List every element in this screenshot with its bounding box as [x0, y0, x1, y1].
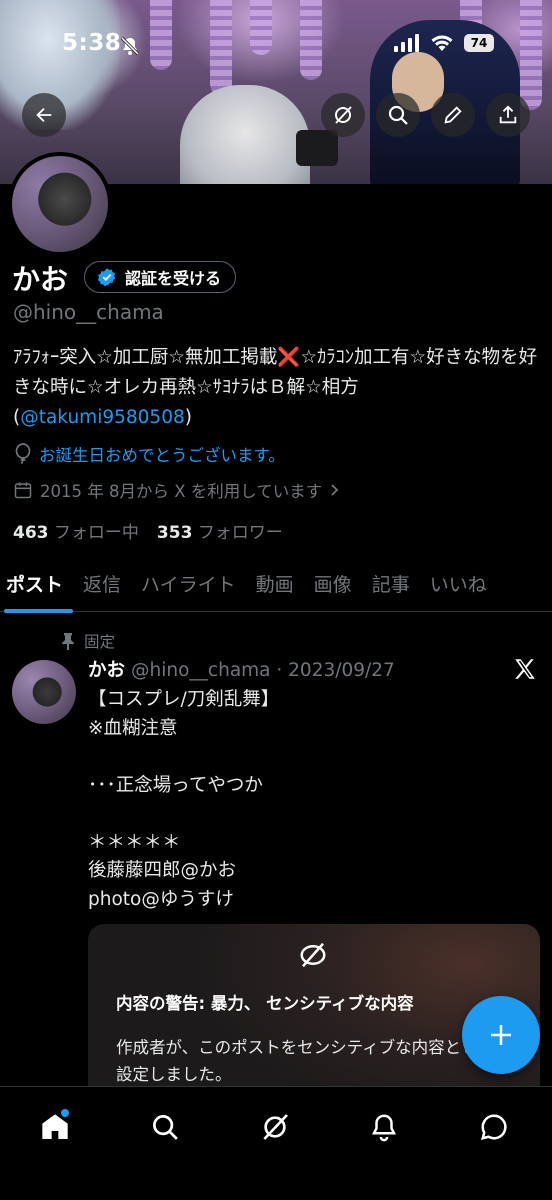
share-icon	[499, 105, 517, 124]
silent-bell-icon	[120, 36, 140, 56]
following-link[interactable]: 463 フォロー中	[13, 518, 139, 543]
get-verified-button[interactable]: 認証を受ける	[84, 261, 237, 293]
post-author-avatar[interactable]	[12, 660, 76, 724]
post-handle-date[interactable]: @hino__chama · 2023/09/27	[131, 660, 395, 681]
share-button[interactable]	[486, 93, 530, 137]
tab-videos[interactable]: 動画	[246, 556, 304, 612]
messages-icon	[480, 1114, 507, 1141]
compose-post-button[interactable]	[462, 996, 540, 1074]
chevron-right-icon	[331, 484, 339, 496]
followers-label: フォロワー	[197, 523, 283, 543]
user-handle: @hino__chama	[13, 300, 164, 324]
nav-grok[interactable]	[251, 1103, 299, 1151]
birthday-message[interactable]: お誕生日おめでとうございます。	[13, 442, 285, 466]
tab-replies[interactable]: 返信	[73, 556, 131, 612]
followers-count: 353	[156, 523, 193, 543]
tab-likes[interactable]: いいね	[420, 556, 497, 612]
bio-mention-link[interactable]: @takumi9580508	[20, 407, 185, 428]
bio-text: ｱﾗﾌｫｰ突入☆加工厨☆無加工掲載❌☆ｶﾗｺﾝ加工有☆好きな物を好きな時に☆オレ…	[13, 347, 538, 398]
plus-icon	[491, 1025, 511, 1045]
bottom-navigation	[0, 1086, 552, 1200]
notification-dot	[61, 1109, 69, 1117]
birthday-text: お誕生日おめでとうございます。	[39, 446, 285, 465]
search-button[interactable]	[376, 93, 420, 137]
edit-profile-button[interactable]	[431, 93, 475, 137]
verified-badge-icon	[97, 268, 116, 287]
following-label: フォロー中	[53, 523, 139, 543]
warning-title: 内容の警告: 暴力、 センシティブな内容	[116, 994, 414, 1013]
tab-articles[interactable]: 記事	[362, 556, 420, 612]
grok-button[interactable]	[321, 93, 365, 137]
profile-bio: ｱﾗﾌｫｰ突入☆加工厨☆無加工掲載❌☆ｶﾗｺﾝ加工有☆好きな物を好きな時に☆オレ…	[13, 343, 541, 433]
banner-decoration	[300, 0, 322, 80]
pinned-label: 固定	[84, 633, 116, 651]
explore-icon	[153, 1115, 178, 1140]
balloon-icon	[15, 443, 31, 465]
back-arrow-icon	[36, 107, 52, 123]
pinned-indicator: 固定	[60, 630, 115, 652]
tab-images[interactable]: 画像	[304, 556, 362, 612]
join-date[interactable]: 2015 年 8月から X を利用しています	[13, 478, 341, 502]
edit-icon	[444, 106, 462, 124]
nav-home[interactable]	[31, 1103, 79, 1151]
calendar-icon	[14, 482, 32, 499]
banner-decoration	[150, 0, 172, 70]
avatar	[12, 156, 108, 252]
banner-decoration	[210, 0, 232, 95]
profile-tabs: ポスト 返信 ハイライト 動画 画像 記事 いいね	[0, 556, 552, 613]
wifi-icon	[431, 35, 453, 51]
display-name: かお	[12, 263, 69, 296]
follow-stats: 463 フォロー中 353 フォロワー	[13, 518, 283, 543]
post-header: かお @hino__chama · 2023/09/27	[88, 656, 395, 682]
post-author-name[interactable]: かお	[88, 660, 125, 681]
bio-paren-close: )	[184, 407, 192, 428]
following-count: 463	[13, 523, 49, 543]
back-button[interactable]	[22, 93, 66, 137]
grok-icon	[263, 1114, 288, 1140]
nav-messages[interactable]	[470, 1103, 518, 1151]
tab-posts[interactable]: ポスト	[0, 556, 74, 613]
search-icon	[388, 105, 408, 125]
post-text: 【コスプレ/刀剣乱舞】 ※血糊注意 ･･･正念場ってやつか ＊＊＊＊＊ 後藤藤四…	[88, 689, 280, 910]
hidden-icon	[300, 942, 326, 968]
battery-level: 74	[464, 34, 494, 52]
nav-notifications[interactable]	[360, 1103, 408, 1151]
join-date-text: 2015 年 8月から X を利用しています	[40, 482, 323, 501]
warning-body: 作成者が、このポストをセンシティブな内容として設定しました。	[116, 1038, 494, 1084]
banner-decoration	[180, 85, 310, 184]
grok-icon	[335, 106, 352, 124]
banner-decoration	[250, 0, 272, 55]
get-verified-label: 認証を受ける	[125, 269, 222, 288]
pin-icon	[62, 633, 74, 650]
bell-icon	[371, 1114, 397, 1142]
banner-decoration	[296, 130, 338, 166]
status-time: 5:38	[62, 30, 122, 56]
followers-link[interactable]: 353 フォロワー	[157, 518, 283, 543]
banner-decoration	[520, 0, 542, 110]
tab-highlights[interactable]: ハイライト	[131, 556, 246, 612]
status-indicators: 74	[394, 34, 494, 52]
signal-icon	[394, 34, 419, 52]
nav-explore[interactable]	[141, 1103, 189, 1151]
profile-avatar[interactable]	[8, 152, 112, 256]
x-logo-icon[interactable]	[512, 656, 538, 682]
